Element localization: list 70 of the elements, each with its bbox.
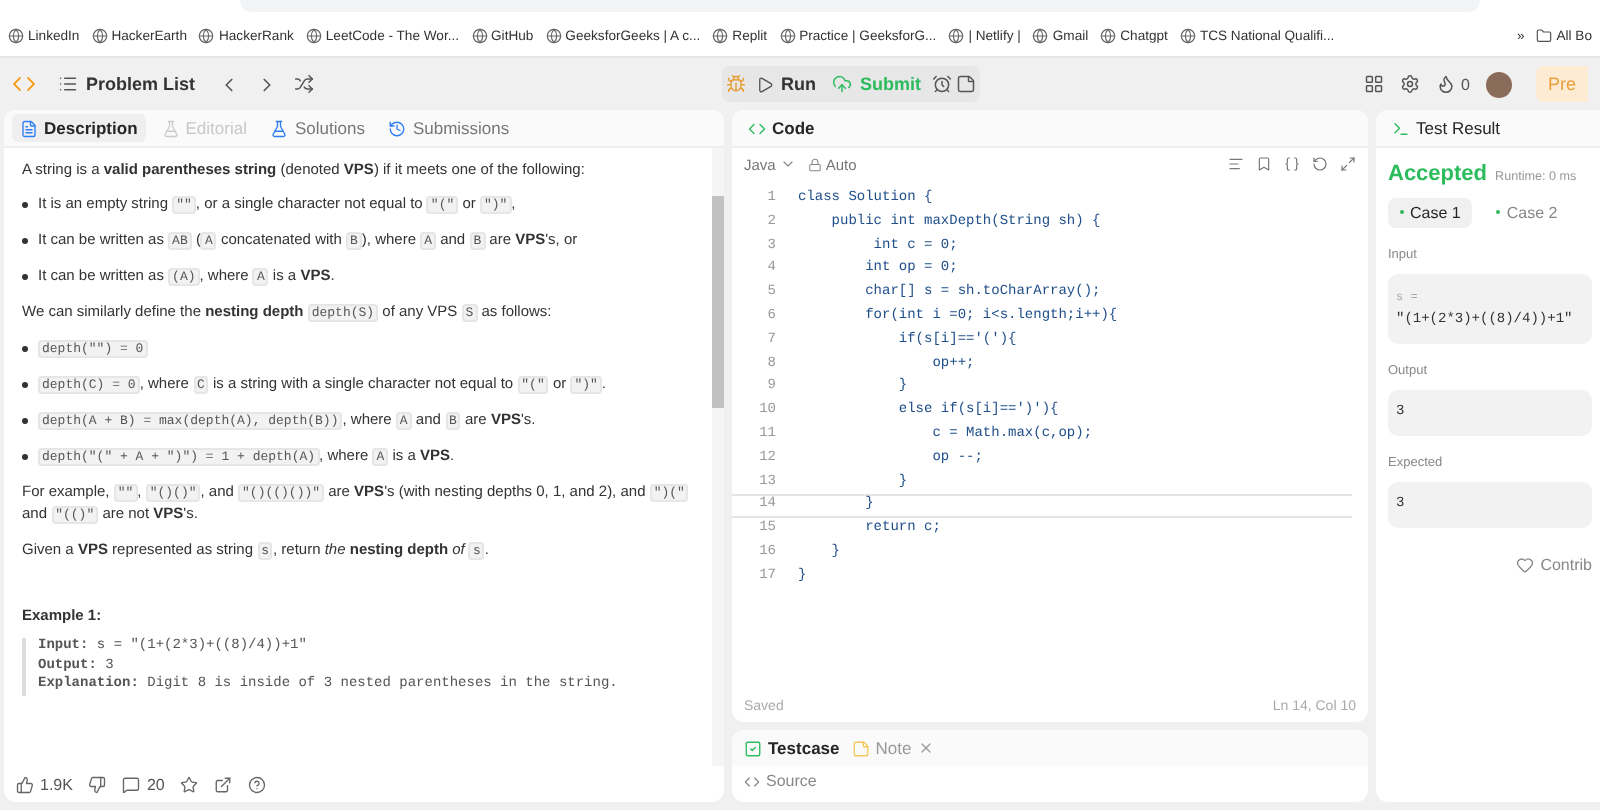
close-icon xyxy=(917,740,934,756)
case-tab[interactable]: Case 2 xyxy=(1484,198,1570,228)
note-icon[interactable] xyxy=(955,74,976,94)
panel-tab[interactable]: Testcase xyxy=(744,738,840,758)
flask-icon xyxy=(161,119,180,137)
problem-list-button[interactable]: Problem List xyxy=(52,70,202,98)
flame-icon xyxy=(1435,74,1456,94)
comment-icon[interactable] xyxy=(122,775,141,793)
format-icon[interactable] xyxy=(1228,156,1244,172)
contribute-link[interactable]: Contrib xyxy=(1388,556,1592,574)
panel-tab[interactable]: Code xyxy=(740,114,823,142)
globe-icon xyxy=(8,28,24,44)
heart-icon xyxy=(1516,556,1535,574)
share-icon[interactable] xyxy=(214,775,233,793)
like-count: 1.9K xyxy=(40,775,73,793)
alarm-clock-icon[interactable] xyxy=(931,74,952,94)
folder-icon xyxy=(1536,28,1553,44)
bullet-dot xyxy=(22,454,28,460)
help-icon[interactable] xyxy=(248,775,267,793)
checkbox-icon xyxy=(744,739,762,757)
globe-icon xyxy=(1100,28,1117,44)
settings-icon[interactable] xyxy=(1399,74,1420,94)
bullet-dot xyxy=(22,346,28,352)
bullet-dot xyxy=(22,382,28,388)
thumbs-down-icon[interactable] xyxy=(88,775,107,793)
reset-icon[interactable] xyxy=(1312,156,1328,172)
terminal-icon xyxy=(1392,119,1410,137)
braces-icon[interactable] xyxy=(1284,156,1300,172)
thumbs-up-icon[interactable] xyxy=(16,775,34,793)
globe-icon xyxy=(305,28,322,44)
case-tab[interactable]: Case 1 xyxy=(1388,198,1473,228)
panel-tab[interactable]: Submissions xyxy=(380,114,518,142)
bullet-dot xyxy=(22,238,28,244)
star-icon[interactable] xyxy=(180,775,199,793)
globe-icon xyxy=(1032,28,1049,44)
globe-icon xyxy=(712,28,729,44)
cloud-upload-icon xyxy=(832,74,853,94)
scrollbar[interactable] xyxy=(712,148,724,766)
bookmark-icon[interactable] xyxy=(1256,156,1272,172)
document-icon xyxy=(20,119,38,137)
bullet-dot xyxy=(22,418,28,424)
play-icon xyxy=(755,75,774,93)
expand-icon[interactable] xyxy=(1340,156,1356,172)
globe-icon xyxy=(91,28,108,44)
verdict: Accepted xyxy=(1388,162,1488,186)
globe-icon xyxy=(545,28,562,44)
code-icon xyxy=(744,773,760,789)
shuffle-icon[interactable] xyxy=(293,74,314,94)
grid-icon[interactable] xyxy=(1363,74,1384,94)
source-link[interactable]: Source xyxy=(766,772,817,790)
bullet-dot xyxy=(22,202,28,208)
globe-icon xyxy=(779,28,796,44)
globe-icon xyxy=(1179,28,1196,44)
list-icon xyxy=(58,74,78,94)
panel-tab[interactable]: Description xyxy=(12,114,146,142)
note-icon xyxy=(851,739,870,757)
panel-tab[interactable]: Solutions xyxy=(262,114,373,142)
globe-icon xyxy=(948,28,965,44)
comment-count: 20 xyxy=(146,775,165,793)
run-button[interactable]: Run xyxy=(749,70,823,98)
bullet-dot xyxy=(22,274,28,280)
code-icon xyxy=(748,119,766,137)
streak-count: 0 xyxy=(1461,75,1470,93)
flask-icon xyxy=(270,119,289,137)
globe-icon xyxy=(471,28,488,44)
lock-icon xyxy=(807,157,822,171)
avatar[interactable] xyxy=(1485,71,1512,97)
globe-icon xyxy=(198,28,215,44)
history-icon xyxy=(388,119,407,137)
chevron-down-icon xyxy=(779,156,796,172)
